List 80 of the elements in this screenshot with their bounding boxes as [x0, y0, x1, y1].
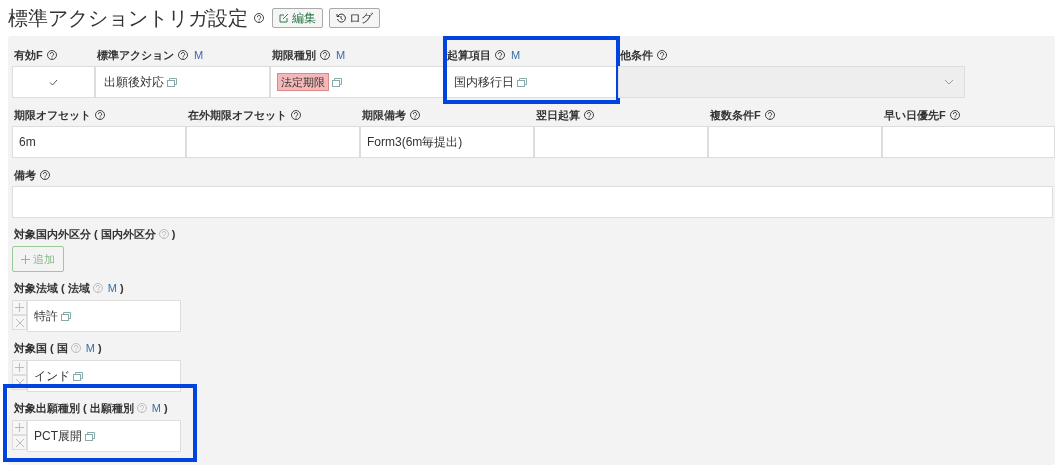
field-label: 起算項目: [447, 47, 491, 63]
copy-icon[interactable]: [332, 77, 342, 87]
mandatory-mark: M: [511, 47, 521, 63]
help-icon[interactable]: [584, 110, 594, 120]
chevron-down-icon: [944, 79, 954, 85]
add-row-button[interactable]: [12, 420, 27, 435]
help-icon[interactable]: [178, 50, 188, 60]
field-value: 国内移行日: [454, 74, 514, 91]
section-label: ): [97, 340, 102, 356]
field-value: PCT展開: [34, 428, 82, 445]
help-icon[interactable]: [40, 170, 50, 180]
tag: 法定期限: [277, 73, 329, 91]
field-label: 有効F: [14, 47, 43, 63]
field-label: 期限オフセット: [14, 107, 91, 123]
help-icon[interactable]: [291, 110, 301, 120]
mandatory-mark: M: [336, 47, 346, 63]
page-title: 標準アクショントリガ設定: [8, 8, 248, 28]
input-field[interactable]: [882, 126, 1055, 158]
field-label: 在外期限オフセット: [188, 107, 287, 123]
mandatory-mark: M: [151, 400, 161, 416]
close-icon: [15, 378, 24, 387]
help-icon[interactable]: [410, 110, 420, 120]
field-value: 特許: [34, 308, 58, 325]
field-label: 期限種別: [272, 47, 316, 63]
field-label: 標準アクション: [97, 47, 174, 63]
close-icon: [15, 438, 24, 447]
mandatory-mark: M: [85, 340, 95, 356]
help-icon[interactable]: [495, 50, 505, 60]
help-icon[interactable]: [320, 50, 330, 60]
section-label: 対象国 ( 国: [14, 340, 68, 356]
input-field[interactable]: 法定期限: [270, 66, 445, 98]
select-field[interactable]: [618, 66, 965, 98]
input-field[interactable]: 出願後対応: [95, 66, 270, 98]
copy-icon[interactable]: [73, 371, 83, 381]
copy-icon[interactable]: [61, 311, 71, 321]
copy-icon[interactable]: [517, 77, 527, 87]
pencil-icon: [279, 13, 289, 23]
copy-icon[interactable]: [85, 431, 95, 441]
add-row-button[interactable]: [12, 300, 27, 315]
section-label: ): [171, 226, 176, 242]
help-icon[interactable]: [254, 13, 264, 23]
close-icon: [15, 318, 24, 327]
plus-icon: [15, 423, 24, 432]
plus-icon: [15, 303, 24, 312]
help-icon[interactable]: [95, 110, 105, 120]
field-label: 翌日起算: [536, 107, 580, 123]
field-label: 他条件: [620, 47, 653, 63]
input-field[interactable]: 国内移行日: [445, 66, 618, 98]
section-label: ): [119, 280, 124, 296]
field-label: 備考: [14, 167, 36, 183]
check-icon: [49, 78, 58, 86]
section-label: 対象法域 ( 法域: [14, 280, 90, 296]
field-label: 期限備考: [362, 107, 406, 123]
edit-button[interactable]: 編集: [272, 8, 323, 28]
history-icon: [336, 13, 346, 23]
field-value: 出願後対応: [104, 74, 164, 91]
field-value: 6m: [19, 134, 36, 151]
section-label: 対象国内外区分 ( 国内外区分: [14, 226, 156, 242]
log-button[interactable]: ログ: [329, 8, 380, 28]
input-field[interactable]: [186, 126, 360, 158]
section-label: 対象出願種別 ( 出願種別: [14, 400, 134, 416]
input-field[interactable]: 特許: [27, 300, 181, 332]
checkbox-field[interactable]: [12, 66, 95, 98]
field-label: 早い日優先F: [884, 107, 946, 123]
input-field[interactable]: [12, 186, 1053, 218]
help-icon[interactable]: [657, 50, 667, 60]
input-field[interactable]: 6m: [12, 126, 186, 158]
field-label: 複数条件F: [710, 107, 761, 123]
mandatory-mark: M: [107, 280, 117, 296]
plus-icon: [21, 254, 30, 264]
input-field[interactable]: [534, 126, 708, 158]
section-label: ): [163, 400, 168, 416]
field-value: インド: [34, 368, 70, 385]
copy-icon[interactable]: [167, 77, 177, 87]
mandatory-mark: M: [194, 47, 204, 63]
plus-icon: [15, 363, 24, 372]
input-field[interactable]: PCT展開: [27, 420, 181, 452]
input-field[interactable]: Form3(6m毎提出): [360, 126, 534, 158]
input-field[interactable]: [708, 126, 882, 158]
field-value: Form3(6m毎提出): [367, 134, 463, 151]
